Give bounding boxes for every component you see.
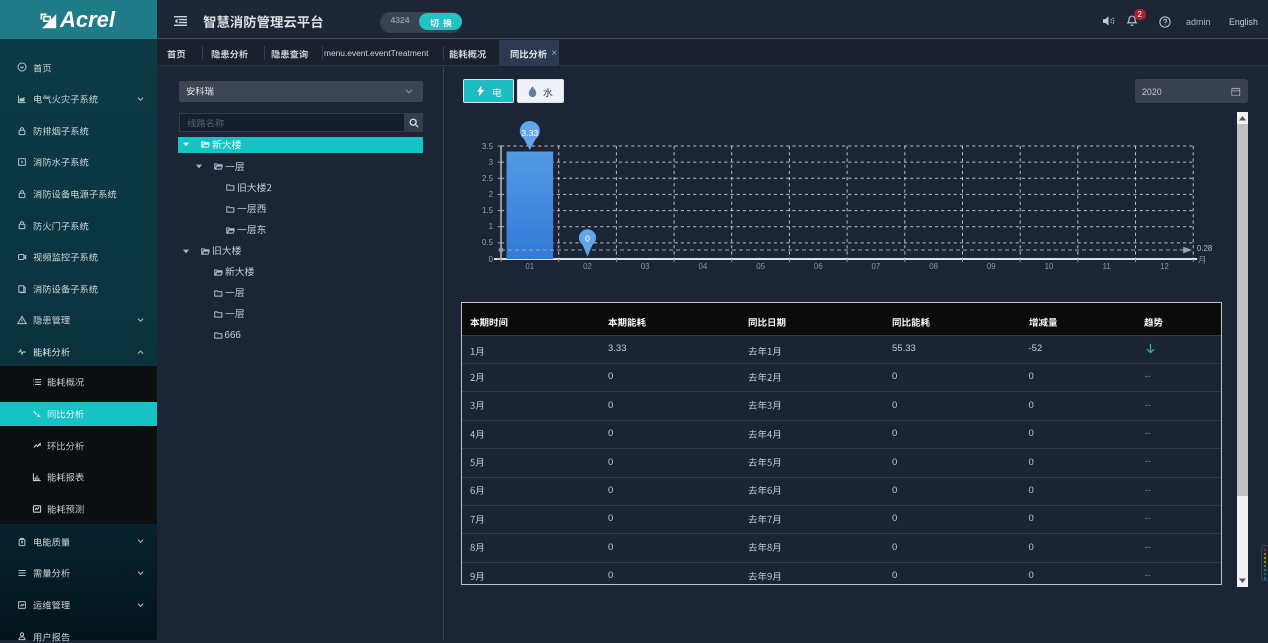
svg-text:0: 0 (585, 234, 590, 244)
svg-text:3.33: 3.33 (521, 128, 538, 138)
